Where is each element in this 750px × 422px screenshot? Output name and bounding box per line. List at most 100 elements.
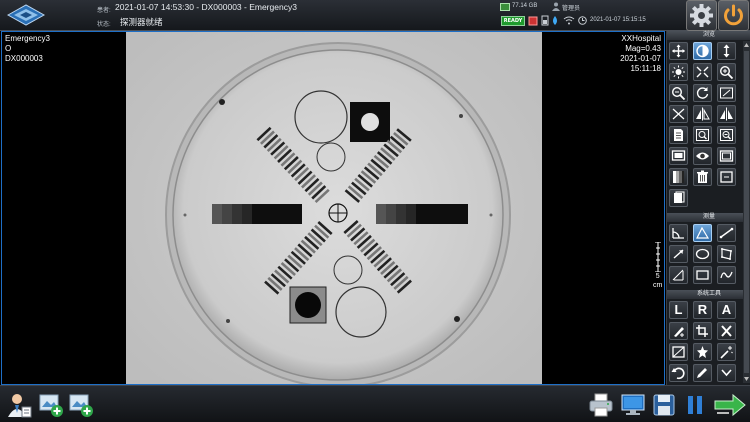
zoom-in-tool-button[interactable] <box>717 63 736 81</box>
reset-frame-icon <box>720 171 733 183</box>
company-logo-icon <box>6 4 46 26</box>
rotate-icon <box>696 87 709 99</box>
copy-icon <box>674 191 685 203</box>
undo-button[interactable] <box>669 364 688 382</box>
overlay-date: 2021-01-07 <box>620 54 661 63</box>
region-zoom-icon <box>720 129 733 141</box>
clear-annotations-button[interactable] <box>717 322 736 340</box>
arrow-annotation-tool-button[interactable] <box>669 245 688 263</box>
delete-tool-button[interactable] <box>693 168 712 186</box>
crop-tool-button[interactable] <box>693 322 712 340</box>
stitch-icon <box>672 346 685 358</box>
lut-tool-button[interactable] <box>669 168 688 186</box>
polygon-tool-button[interactable] <box>717 245 736 263</box>
pause-button[interactable] <box>681 391 709 419</box>
reset-tool-button[interactable] <box>717 168 736 186</box>
scrollbar-arrows <box>744 43 749 381</box>
printer-icon <box>589 393 613 417</box>
copy-tool-button[interactable] <box>669 189 688 207</box>
battery-icon <box>541 15 549 26</box>
trash-icon <box>697 170 708 183</box>
shutter-tool-button[interactable] <box>717 84 736 102</box>
sharpen-tool-button[interactable] <box>693 343 712 361</box>
spine-label-tool-button[interactable] <box>669 266 688 284</box>
ellipse-tool-button[interactable] <box>693 245 712 263</box>
rotate-tool-button[interactable] <box>693 84 712 102</box>
freehand-icon <box>720 271 733 279</box>
tool-panel-scrollbar[interactable] <box>743 41 750 383</box>
zoom-out-icon <box>671 86 686 100</box>
line-tool-button[interactable] <box>717 224 736 242</box>
overlay-time: 15:11:18 <box>630 64 661 73</box>
image-viewport[interactable]: Emergency3 O DX000003 XXHospital Mag=0.4… <box>1 31 665 385</box>
ellipse-icon <box>695 248 710 260</box>
study-overlay: XXHospital Mag=0.43 2021-01-07 15:11:18 <box>620 34 661 74</box>
rectangle-tool-button[interactable] <box>693 266 712 284</box>
left-step-wedge <box>212 204 302 224</box>
angle-icon <box>672 228 684 239</box>
magic-wand-tool-button[interactable] <box>717 343 736 361</box>
report-tool-button[interactable] <box>669 126 688 144</box>
gear-icon <box>690 4 713 27</box>
eye-icon <box>696 152 709 160</box>
pen-icon <box>674 327 684 337</box>
freehand-tool-button[interactable] <box>717 266 736 284</box>
layout-tool-button[interactable] <box>717 147 736 165</box>
show-overlay-tool-button[interactable] <box>693 147 712 165</box>
sharpen-icon <box>697 346 708 358</box>
print-button[interactable] <box>587 391 615 419</box>
invert-icon <box>672 108 685 120</box>
pencil-icon <box>697 368 707 378</box>
disk-space: 77.14 GB <box>512 3 538 9</box>
fit-window-tool-button[interactable] <box>693 63 712 81</box>
edit-tool-button[interactable] <box>693 364 712 382</box>
window-level-tool-button[interactable] <box>693 42 712 60</box>
marker-r-button[interactable]: R <box>693 301 712 319</box>
text-annotation-button[interactable]: A <box>717 301 736 319</box>
add-series-button[interactable] <box>67 391 95 419</box>
scale-value: 5 <box>655 273 660 280</box>
cobb-angle-tool-button[interactable] <box>693 224 712 242</box>
stitch-tool-button[interactable] <box>669 343 688 361</box>
shutter-icon <box>720 87 733 99</box>
magnifier-tool-button[interactable] <box>693 126 712 144</box>
send-to-pacs-button[interactable] <box>619 391 647 419</box>
full-screen-tool-button[interactable] <box>669 147 688 165</box>
section-display-header: 浏览 <box>667 31 750 40</box>
region-zoom-tool-button[interactable] <box>717 126 736 144</box>
add-study-button[interactable] <box>37 391 65 419</box>
overlay-patient-name: Emergency3 <box>5 34 50 43</box>
flip-vertical-tool-button[interactable] <box>717 42 736 60</box>
xray-image[interactable] <box>126 32 542 384</box>
save-button[interactable] <box>650 391 678 419</box>
magic-wand-icon <box>720 346 733 359</box>
settings-button[interactable] <box>686 0 717 31</box>
power-button[interactable] <box>718 0 749 31</box>
spine-icon <box>672 269 684 281</box>
angle-tool-button[interactable] <box>669 224 688 242</box>
contrast-icon <box>696 44 709 58</box>
next-step-button[interactable] <box>713 391 747 419</box>
user-icon <box>552 2 560 11</box>
invert-tool-button[interactable] <box>669 105 688 123</box>
pan-tool-button[interactable] <box>669 42 688 60</box>
ruler-ticks <box>654 242 661 272</box>
brightness-tool-button[interactable] <box>669 63 688 81</box>
pen-tool-button[interactable] <box>669 322 688 340</box>
water-drop-icon <box>553 16 557 25</box>
marker-l-button[interactable]: L <box>669 301 688 319</box>
status-label: 状态: <box>97 22 111 28</box>
marker-l-label: L <box>674 302 683 317</box>
mirror-tool-button[interactable] <box>717 105 736 123</box>
more-tools-button[interactable] <box>717 364 736 382</box>
mirror-icon <box>720 107 733 121</box>
grayscale-icon <box>673 171 684 183</box>
status-value: 探测器就绪 <box>120 17 163 27</box>
scale-unit: cm <box>653 282 663 289</box>
flip-horizontal-tool-button[interactable] <box>693 105 712 123</box>
overlay-magnification: Mag=0.43 <box>625 44 661 53</box>
fit-arrows-icon <box>696 66 709 78</box>
zoom-out-tool-button[interactable] <box>669 84 688 102</box>
rectangle-icon <box>696 270 709 280</box>
patient-list-button[interactable] <box>5 391 33 419</box>
